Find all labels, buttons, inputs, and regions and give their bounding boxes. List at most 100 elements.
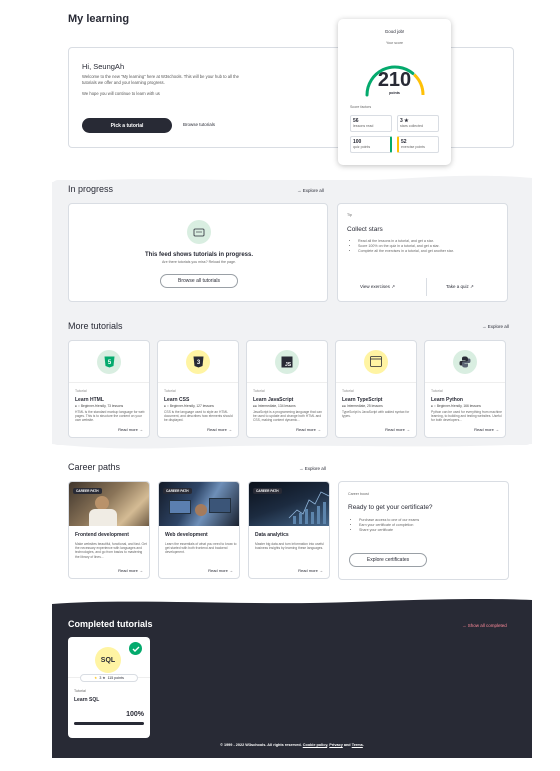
tutorial-desc: HTML is the standard markup language for… — [75, 410, 145, 423]
tutorial-meta: ● ○ Beginner-friendly, 166 lessons — [431, 404, 481, 408]
in-progress-empty-card: This feed shows tutorials in progress. A… — [68, 203, 328, 302]
tutorial-title: Learn HTML — [75, 397, 104, 403]
empty-feed-title: This feed shows tutorials in progress. — [144, 252, 254, 258]
javascript-icon: JS — [275, 349, 299, 374]
tutorial-title: Learn JavaScript — [253, 397, 294, 403]
tutorial-tag: Tutorial — [342, 389, 354, 393]
factor-exercise: 52 exercise points — [397, 136, 439, 153]
score-factors-label: Score factors — [350, 105, 372, 109]
career-paths-explore-link[interactable]: → Explore all — [299, 466, 326, 471]
completed-card-sql[interactable]: SQL ★ 3 ★ 115 points Tutorial Learn SQL … — [68, 637, 150, 738]
tutorial-tag: Tutorial — [75, 389, 87, 393]
empty-feed-subtitle: Are there tutorials you miss? Reload the… — [162, 260, 236, 264]
band-wave-top — [52, 175, 532, 186]
completed-tutorial-title: Learn SQL — [74, 697, 100, 703]
tutorial-desc: JavaScript is a programming language tha… — [253, 410, 322, 423]
greeting: Hi, SeungAh — [82, 62, 125, 71]
career-paths-title: Career paths — [68, 462, 121, 472]
completed-percent: 100% — [126, 711, 144, 718]
external-link-icon: ↗ — [470, 284, 474, 289]
show-all-completed-link[interactable]: → Show all completed — [462, 623, 507, 628]
tip-title: Collect stars — [347, 226, 383, 233]
read-more-link[interactable]: Read more → — [118, 568, 143, 573]
welcome-text: Welcome to the new "My learning" here at… — [82, 74, 239, 96]
completed-progress-track — [74, 722, 144, 725]
tutorial-meta: ● ○ Beginner-friendly, 127 lessons — [164, 404, 214, 408]
sql-icon: SQL — [95, 647, 121, 673]
career-tag: CAREER PATH — [163, 488, 192, 494]
career-tag: CAREER PATH — [253, 488, 282, 494]
certificate-title: Ready to get your certificate? — [348, 504, 433, 511]
tutorial-tag: Tutorial — [164, 389, 176, 393]
certificate-label: Career boost — [348, 492, 369, 496]
tip-item: Complete all the exercises in a tutorial… — [358, 249, 504, 254]
career-desc: Make websites beautiful, functional, and… — [75, 542, 147, 559]
tutorial-card-css[interactable]: 3 Tutorial Learn CSS ● ○ Beginner-friend… — [157, 340, 239, 438]
read-more-link[interactable]: Read more → — [298, 568, 323, 573]
tip-list: Read all the lessons in a tutorial, and … — [352, 239, 504, 254]
tip-card: Tip Collect stars Read all the lessons i… — [337, 203, 508, 302]
completed-tag: Tutorial — [74, 689, 86, 693]
certificate-card: Career boost Ready to get your certifica… — [338, 481, 509, 580]
tutorial-card-python[interactable]: Tutorial Learn Python ● ○ Beginner-frien… — [424, 340, 506, 438]
more-tutorials-title: More tutorials — [68, 321, 123, 331]
certificate-list: Purchase access to one of our exams Earn… — [353, 518, 505, 533]
page-title: My learning — [68, 13, 130, 25]
career-tag: CAREER PATH — [73, 488, 102, 494]
tutorial-title: Learn TypeScript — [342, 397, 383, 403]
completed-section: Completed tutorials → Show all completed… — [52, 605, 532, 758]
css3-icon: 3 — [186, 349, 210, 374]
read-more-link[interactable]: Read more → — [118, 427, 143, 432]
tutorial-desc: Python can be used for everything from m… — [431, 410, 502, 423]
tutorial-title: Learn Python — [431, 397, 463, 403]
in-progress-explore-link[interactable]: → Explore all — [297, 188, 324, 193]
factor-stars: 3 ★ stars collected — [397, 115, 439, 132]
view-exercises-link[interactable]: View exercises ↗ — [360, 284, 395, 290]
take-quiz-link[interactable]: Take a quiz ↗ — [446, 284, 474, 290]
cookie-policy-link[interactable]: Cookie policy — [303, 743, 327, 747]
tutorial-desc: TypeScript is JavaScript with added synt… — [342, 410, 410, 419]
tutorial-tag: Tutorial — [253, 389, 265, 393]
tutorial-card-typescript[interactable]: Tutorial Learn TypeScript ●● Intermediat… — [335, 340, 417, 438]
score-heading: Good job! — [384, 29, 405, 34]
certificate-item: Share your certificate — [359, 528, 505, 533]
external-link-icon: ↗ — [391, 284, 395, 289]
typescript-icon — [364, 349, 388, 374]
svg-text:JS: JS — [285, 362, 292, 368]
browse-all-tutorials-button[interactable]: Browse all tutorials — [160, 274, 238, 288]
career-title: Web development — [165, 532, 208, 538]
tutorial-card-html[interactable]: 5 Tutorial Learn HTML ● ○ Beginner-frien… — [68, 340, 150, 438]
explore-certificates-button[interactable]: Explore certificates — [349, 553, 427, 567]
completed-title: Completed tutorials — [68, 619, 153, 629]
read-more-link[interactable]: Read more → — [207, 427, 232, 432]
python-icon — [453, 349, 477, 374]
read-more-link[interactable]: Read more → — [208, 568, 233, 573]
browse-tutorials-link[interactable]: Browse tutorials — [183, 122, 215, 127]
more-tutorials-explore-link[interactable]: → Explore all — [482, 324, 509, 329]
factor-quiz: 100 quiz points — [350, 136, 392, 153]
tutorial-title: Learn CSS — [164, 397, 190, 403]
points-badge: ★ 3 ★ 115 points — [80, 674, 138, 682]
band-wave-bottom — [52, 440, 532, 449]
read-more-link[interactable]: Read more → — [474, 427, 499, 432]
star-icon: ★ — [94, 676, 98, 680]
score-label: Your score — [385, 41, 404, 45]
read-more-link[interactable]: Read more → — [296, 427, 321, 432]
privacy-link[interactable]: Privacy — [329, 743, 343, 747]
career-desc: Master big data and turn information int… — [255, 542, 324, 551]
career-card-frontend[interactable]: CAREER PATH Frontend development Make we… — [68, 481, 150, 579]
career-card-web[interactable]: CAREER PATH Web development Learn the es… — [158, 481, 240, 579]
career-desc: Learn the essentials of what you need to… — [165, 542, 237, 555]
tutorial-meta: ●● Intermediate, 25 lessons — [342, 404, 383, 408]
career-card-data[interactable]: CAREER PATH Data analytics Master big da… — [248, 481, 330, 579]
tip-label: Tip — [347, 213, 352, 217]
pick-tutorial-button[interactable]: Pick a tutorial — [82, 118, 172, 133]
tutorial-desc: CSS is the language used to style an HTM… — [164, 410, 233, 423]
html5-icon: 5 — [97, 349, 121, 374]
tutorial-card-javascript[interactable]: JS Tutorial Learn JavaScript ●● Intermed… — [246, 340, 328, 438]
tutorial-tag: Tutorial — [431, 389, 443, 393]
in-progress-title: In progress — [68, 184, 114, 194]
score-unit: points — [389, 91, 400, 95]
terms-link[interactable]: Terms — [352, 743, 363, 747]
read-more-link[interactable]: Read more → — [385, 427, 410, 432]
